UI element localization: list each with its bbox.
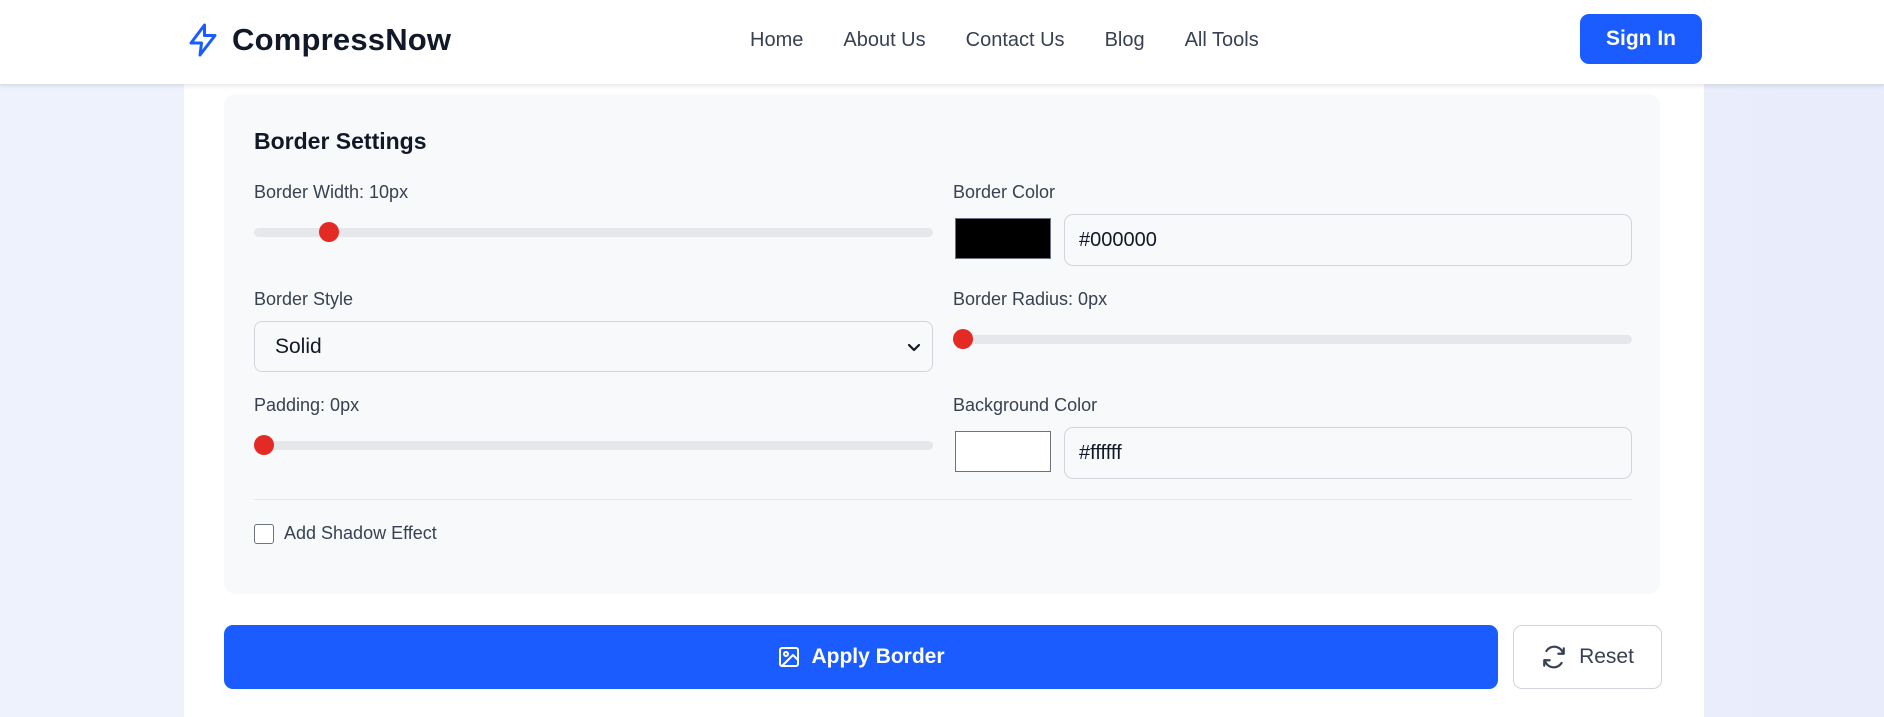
nav-blog[interactable]: Blog — [1105, 29, 1145, 52]
background-color-value: #ffffff — [1079, 441, 1122, 464]
apply-border-label: Apply Border — [811, 645, 945, 668]
border-color-value: #000000 — [1079, 228, 1157, 251]
sign-in-button[interactable]: Sign In — [1580, 14, 1702, 64]
background-color-input[interactable]: #ffffff — [1064, 427, 1632, 479]
background-color-swatch[interactable] — [955, 431, 1051, 472]
nav-all-tools[interactable]: All Tools — [1185, 29, 1259, 52]
border-radius-slider[interactable] — [953, 329, 1632, 349]
panel-title: Border Settings — [254, 128, 427, 154]
border-style-select[interactable]: Solid — [254, 321, 933, 372]
border-color-swatch[interactable] — [955, 218, 1051, 259]
border-style-value: Solid — [275, 334, 322, 358]
border-width-thumb[interactable] — [318, 222, 339, 242]
shadow-checkbox[interactable] — [254, 524, 274, 544]
panel-divider — [254, 499, 1632, 500]
border-style-label: Border Style — [254, 289, 354, 309]
main-nav: Home About Us Contact Us Blog All Tools — [750, 0, 1259, 80]
border-color-input[interactable]: #000000 — [1064, 214, 1632, 266]
background-color-label: Background Color — [953, 395, 1098, 415]
border-radius-label: Border Radius: 0px — [953, 289, 1108, 309]
reset-label: Reset — [1579, 645, 1634, 668]
padding-thumb[interactable] — [254, 435, 274, 455]
nav-home[interactable]: Home — [750, 29, 803, 52]
padding-slider[interactable] — [254, 435, 933, 455]
border-width-slider[interactable] — [254, 222, 933, 242]
border-width-label: Border Width: 10px — [254, 182, 409, 202]
image-icon — [777, 645, 801, 669]
chevron-down-icon — [906, 339, 922, 355]
lightning-bolt-icon — [184, 19, 222, 61]
reset-button[interactable]: Reset — [1513, 625, 1662, 689]
refresh-icon — [1541, 644, 1567, 670]
padding-label: Padding: 0px — [254, 395, 360, 415]
border-color-label: Border Color — [953, 182, 1056, 202]
apply-border-button[interactable]: Apply Border — [224, 625, 1498, 689]
nav-about-us[interactable]: About Us — [843, 29, 925, 52]
border-radius-thumb[interactable] — [953, 329, 973, 349]
nav-contact-us[interactable]: Contact Us — [966, 29, 1065, 52]
shadow-label[interactable]: Add Shadow Effect — [284, 523, 437, 544]
brand-name: CompressNow — [232, 22, 452, 57]
brand-logo[interactable]: CompressNow — [184, 18, 451, 62]
top-navbar: CompressNow Home About Us Contact Us Blo… — [0, 0, 1884, 84]
